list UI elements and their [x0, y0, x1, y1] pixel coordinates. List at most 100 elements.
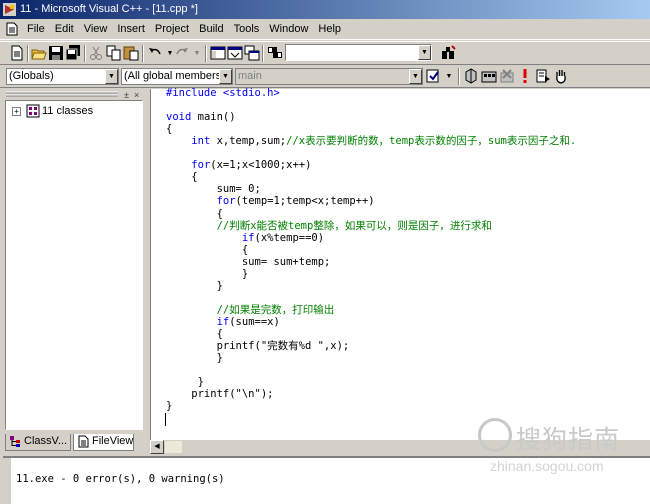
window-list-icon[interactable] [244, 45, 260, 61]
code-line: } [166, 400, 172, 412]
copy-icon[interactable] [106, 45, 122, 61]
menu-file[interactable]: File [22, 19, 50, 40]
member-combo[interactable]: main ▼ [235, 68, 423, 85]
code-text: (sum==x) [229, 315, 280, 328]
code-line: } [166, 352, 223, 364]
workspace-icon[interactable] [210, 45, 226, 61]
tree-root-label[interactable]: 11 classes [42, 104, 93, 118]
code-line: void main() [166, 111, 236, 123]
go-icon[interactable] [535, 68, 551, 84]
tree-expander[interactable]: + [12, 107, 21, 116]
scroll-left-arrow-icon[interactable]: ◀ [150, 440, 164, 454]
class-tree[interactable] [5, 100, 143, 430]
sogou-watermark-logo-icon [478, 418, 512, 452]
action-dropdown-icon[interactable]: ▼ [441, 68, 457, 84]
find-combo-arrow-icon[interactable]: ▼ [418, 45, 431, 60]
menu-tools[interactable]: Tools [229, 19, 265, 40]
code-comment: //判断x能否被temp整除，如果可以，则是因子，进行求和 [216, 219, 492, 232]
tab-classview[interactable]: ClassV... [5, 434, 71, 451]
code-text: (x=1;x<1000;x++) [210, 159, 312, 172]
class-view-icon [10, 436, 20, 447]
filter-combo-arrow-icon[interactable]: ▼ [219, 69, 232, 84]
stop-build-icon[interactable] [499, 68, 515, 84]
title-bar: 11 - Microsoft Visual C++ - [11.cpp *] [0, 0, 650, 19]
menu-help[interactable]: Help [313, 19, 346, 40]
code-line: { [166, 123, 172, 135]
menu-view[interactable]: View [79, 19, 113, 40]
execute-icon[interactable] [517, 68, 533, 84]
menu-window[interactable]: Window [264, 19, 313, 40]
code-keyword: void [166, 111, 192, 124]
output-grip[interactable] [3, 458, 11, 504]
code-text: sum= sum+temp; [166, 255, 331, 268]
output-icon[interactable] [227, 45, 243, 61]
code-line: } [166, 280, 223, 292]
class-combo-arrow-icon[interactable]: ▼ [105, 69, 118, 84]
member-combo-arrow-icon[interactable]: ▼ [409, 69, 422, 84]
undo-icon[interactable] [147, 45, 163, 61]
build-icon[interactable] [481, 68, 497, 84]
compile-icon[interactable] [463, 68, 479, 84]
paste-icon[interactable] [123, 45, 139, 61]
action-icon[interactable] [425, 68, 441, 84]
code-line: for(temp=1;temp<x;temp++) [166, 195, 375, 207]
code-keyword: #include <stdio.h> [166, 87, 280, 99]
code-line: } [166, 268, 248, 280]
open-icon[interactable] [31, 45, 47, 61]
code-line: for(x=1;x<1000;x++) [166, 159, 311, 171]
code-text: x,temp,sum; [210, 135, 287, 148]
find-combo[interactable]: ▼ [285, 44, 432, 61]
code-text: } [166, 267, 249, 280]
filter-combo-value: (All global members [124, 70, 222, 82]
find-in-files-icon[interactable] [267, 45, 283, 61]
code-line: int x,temp,sum;//x表示要判断的数，temp表示数的因子，sum… [166, 135, 576, 147]
code-text: { [166, 171, 198, 184]
menu-edit[interactable]: Edit [50, 19, 79, 40]
watermark-url: zhinan.sogou.com [490, 458, 604, 474]
scroll-track[interactable] [165, 441, 182, 453]
code-keyword: for [191, 159, 211, 172]
find-icon[interactable] [440, 45, 456, 61]
visual-cpp-app-icon[interactable] [3, 3, 16, 16]
class-combo[interactable]: (Globals) ▼ [6, 68, 119, 85]
menu-project[interactable]: Project [150, 19, 194, 40]
code-keyword: if [216, 315, 230, 328]
build-output-text: 11.exe - 0 error(s), 0 warning(s) [16, 473, 225, 485]
filter-combo[interactable]: (All global members ▼ [121, 68, 233, 85]
tab-fileview[interactable]: FileView [73, 434, 134, 451]
workspace-grip[interactable]: ± × [3, 89, 145, 99]
code-text: (temp=1;temp<x;temp++) [235, 195, 375, 208]
code-line: sum= sum+temp; [166, 255, 331, 268]
cut-icon[interactable] [88, 45, 104, 61]
save-icon[interactable] [48, 45, 64, 61]
code-comment: //x表示要判断的数，temp表示数的因子，sum表示因子之和. [286, 135, 577, 148]
code-text: printf("\n"); [166, 388, 274, 401]
code-line: { [166, 171, 198, 184]
classes-folder-icon [26, 104, 40, 118]
watermark-text: 搜狗指南 [516, 425, 621, 454]
code-keyword: if [241, 231, 255, 244]
code-line: { [166, 328, 223, 340]
svg-text:×: × [134, 90, 139, 99]
redo-dropdown-icon[interactable]: ▼ [189, 45, 205, 61]
code-line: //如果是完数，打印输出 [166, 303, 335, 316]
save-all-icon[interactable] [65, 45, 81, 61]
redo-icon[interactable] [174, 45, 190, 61]
code-line: if(x%temp==0) [166, 232, 324, 244]
document-icon[interactable] [6, 22, 18, 36]
code-text: main() [191, 111, 236, 124]
code-text: sum= 0; [166, 183, 261, 196]
new-text-file-icon[interactable] [9, 45, 25, 61]
code-text: (x%temp==0) [254, 231, 325, 244]
code-text: } [166, 352, 223, 365]
menu-build[interactable]: Build [194, 19, 228, 40]
code-comment: //如果是完数，打印输出 [216, 303, 335, 316]
hand-icon[interactable] [553, 68, 569, 84]
code-text: { [166, 328, 223, 340]
menu-insert[interactable]: Insert [112, 19, 150, 40]
text-caret [165, 413, 166, 426]
code-line: printf("完数有%d ",x); [166, 340, 350, 352]
